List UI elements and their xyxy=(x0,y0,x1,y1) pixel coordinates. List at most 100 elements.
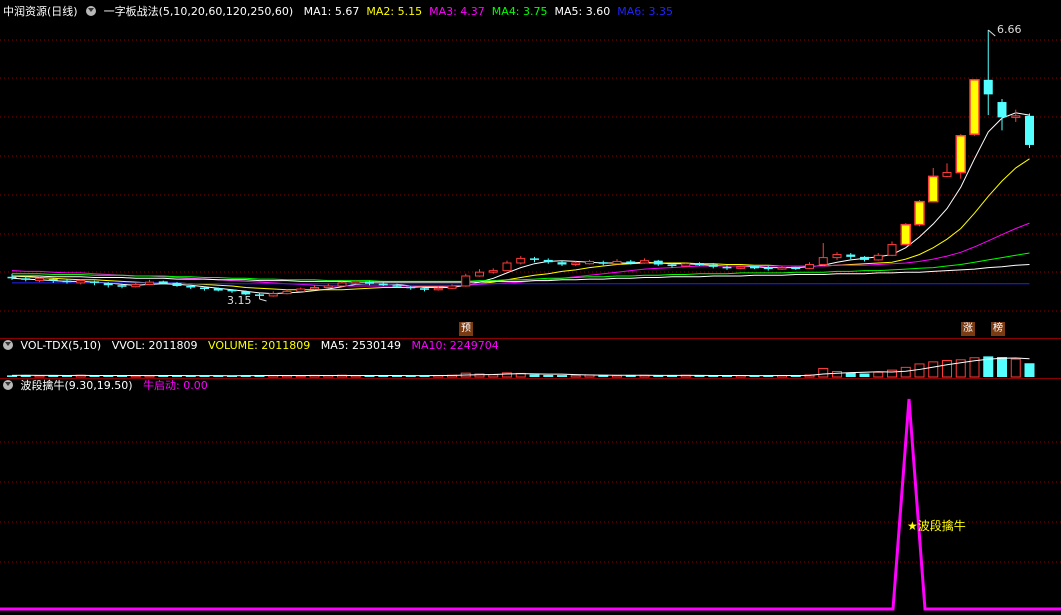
stock-title: 中润资源(日线) xyxy=(3,5,78,18)
price-pane[interactable]: 中润资源(日线) 一字板战法(5,10,20,60,120,250,60) MA… xyxy=(0,0,1061,338)
candle-body-up xyxy=(640,260,649,264)
candle-body-up xyxy=(736,266,746,269)
volume-bar-up xyxy=(1010,358,1021,378)
volume-title: VOL-TDX(5,10) xyxy=(20,339,102,352)
candle-body-down xyxy=(791,266,801,270)
volume-bar-down xyxy=(557,375,567,377)
volume-bar-up xyxy=(873,371,884,378)
candle-body-down xyxy=(530,258,539,260)
candle-body-down xyxy=(103,282,113,286)
candle-body-up xyxy=(475,271,484,277)
candle-body-up xyxy=(488,270,498,273)
candle-body-down xyxy=(420,288,429,290)
ma-legend-item-4: MA4: 3.75 xyxy=(491,5,548,18)
candle-body-down xyxy=(406,286,416,289)
ma-line-ma1 xyxy=(11,112,1030,295)
vol-ma10-value: MA10: 2249704 xyxy=(411,339,499,352)
volume-bar-up xyxy=(570,374,581,378)
signal-annotation: ★波段擒牛 xyxy=(907,517,966,534)
volume-bar-up xyxy=(612,374,622,378)
volume-bar-up xyxy=(914,363,925,378)
candle-body-limit-up xyxy=(900,223,911,246)
candle-body-down xyxy=(722,266,732,269)
candle-body-down xyxy=(557,262,567,265)
indicator-value: 牛启动: 0.00 xyxy=(143,379,208,392)
yu-tag: 预 xyxy=(459,322,473,336)
volume-bar-down xyxy=(543,374,554,377)
high-marker-line xyxy=(987,29,996,37)
ma-legend-item-3: MA3: 4.37 xyxy=(429,5,485,18)
candle-body-up xyxy=(131,283,141,288)
candle-body-down xyxy=(227,289,237,292)
volume-bar-up xyxy=(928,361,939,378)
candle-body-limit-up xyxy=(928,175,939,203)
formula-label: 一字板战法(5,10,20,60,120,250,60) xyxy=(103,5,294,18)
low-price-label: 3.15 xyxy=(227,294,252,307)
volume-bar-up xyxy=(900,366,911,378)
candle-body-down xyxy=(62,280,72,283)
candle-body-up xyxy=(887,244,897,256)
candle-body-limit-up xyxy=(914,200,925,226)
volume-value: VOLUME: 2011809 xyxy=(208,339,311,352)
bang-tag: 榜 xyxy=(991,322,1005,336)
candle-body-down xyxy=(365,281,374,284)
candle-body-down xyxy=(708,264,718,267)
candle-body-up xyxy=(1011,115,1021,118)
candlestick-chart[interactable] xyxy=(0,0,1061,338)
candle-body-limit-up xyxy=(969,79,980,135)
high-price-label: 6.66 xyxy=(997,23,1022,36)
candle-body-down xyxy=(392,285,402,287)
volume-bar-down xyxy=(529,374,540,377)
volume-bar-down xyxy=(997,357,1007,377)
volume-bar-up xyxy=(488,374,499,378)
candle-body-up xyxy=(818,257,828,266)
volume-pane-header: VOL-TDX(5,10) VVOL: 2011809 VOLUME: 2011… xyxy=(3,338,506,354)
volume-pane[interactable]: VOL-TDX(5,10) VVOL: 2011809 VOLUME: 2011… xyxy=(0,338,1061,378)
candle-body-down xyxy=(983,79,993,95)
candle-body-down xyxy=(172,282,182,286)
candle-body-up xyxy=(268,293,278,297)
candle-body-up xyxy=(35,277,44,282)
vol-ma5-value: MA5: 2530149 xyxy=(320,339,402,352)
signal-line xyxy=(0,398,1061,611)
dropdown-icon[interactable] xyxy=(3,380,13,390)
candle-body-down xyxy=(213,288,223,291)
ma-legend-item-1: MA1: 5.67 xyxy=(303,5,360,18)
candle-body-up xyxy=(447,285,457,289)
ma-legend: MA1: 5.67 MA2: 5.15 MA3: 4.37 MA4: 3.75 MA5:… xyxy=(304,5,680,18)
candle-body-up xyxy=(571,262,581,266)
candle-body-up xyxy=(681,263,691,267)
candle-body-down xyxy=(117,285,127,287)
candle-body-down xyxy=(626,261,636,263)
volume-bar-down xyxy=(859,373,870,377)
indicator-pane[interactable]: 波段擒牛(9.30,19.50) 牛启动: 0.00 ★波段擒牛 xyxy=(0,378,1061,615)
low-marker-line xyxy=(259,298,267,302)
candle-body-down xyxy=(255,294,264,296)
zhang-tag: 涨 xyxy=(961,322,975,336)
candle-body-down xyxy=(48,279,58,281)
candle-body-down xyxy=(846,254,856,257)
volume-bar-down xyxy=(1024,363,1035,377)
candle-body-limit-up xyxy=(955,135,966,174)
candle-body-up xyxy=(282,290,292,295)
candle-body-up xyxy=(310,287,319,290)
indicator-chart[interactable] xyxy=(0,378,1061,615)
candle-body-down xyxy=(653,260,663,265)
candle-body-up xyxy=(76,280,86,284)
ma-legend-item-5: MA5: 3.60 xyxy=(554,5,611,18)
candle-body-down xyxy=(695,262,704,266)
candle-body-up xyxy=(145,281,154,285)
candle-body-down xyxy=(750,266,759,269)
signal-label: 波段擒牛 xyxy=(917,519,966,533)
dropdown-icon[interactable] xyxy=(3,340,13,350)
candle-body-down xyxy=(598,262,608,264)
candle-body-up xyxy=(612,260,622,265)
candle-body-up xyxy=(461,275,471,287)
candle-body-up xyxy=(873,254,883,261)
volume-bar-up xyxy=(887,369,897,378)
dropdown-icon[interactable] xyxy=(86,6,97,16)
indicator-title: 波段擒牛(9.30,19.50) xyxy=(20,379,133,392)
candle-body-up xyxy=(585,260,594,265)
candle-body-up xyxy=(516,257,526,264)
candle-body-down xyxy=(378,283,388,286)
